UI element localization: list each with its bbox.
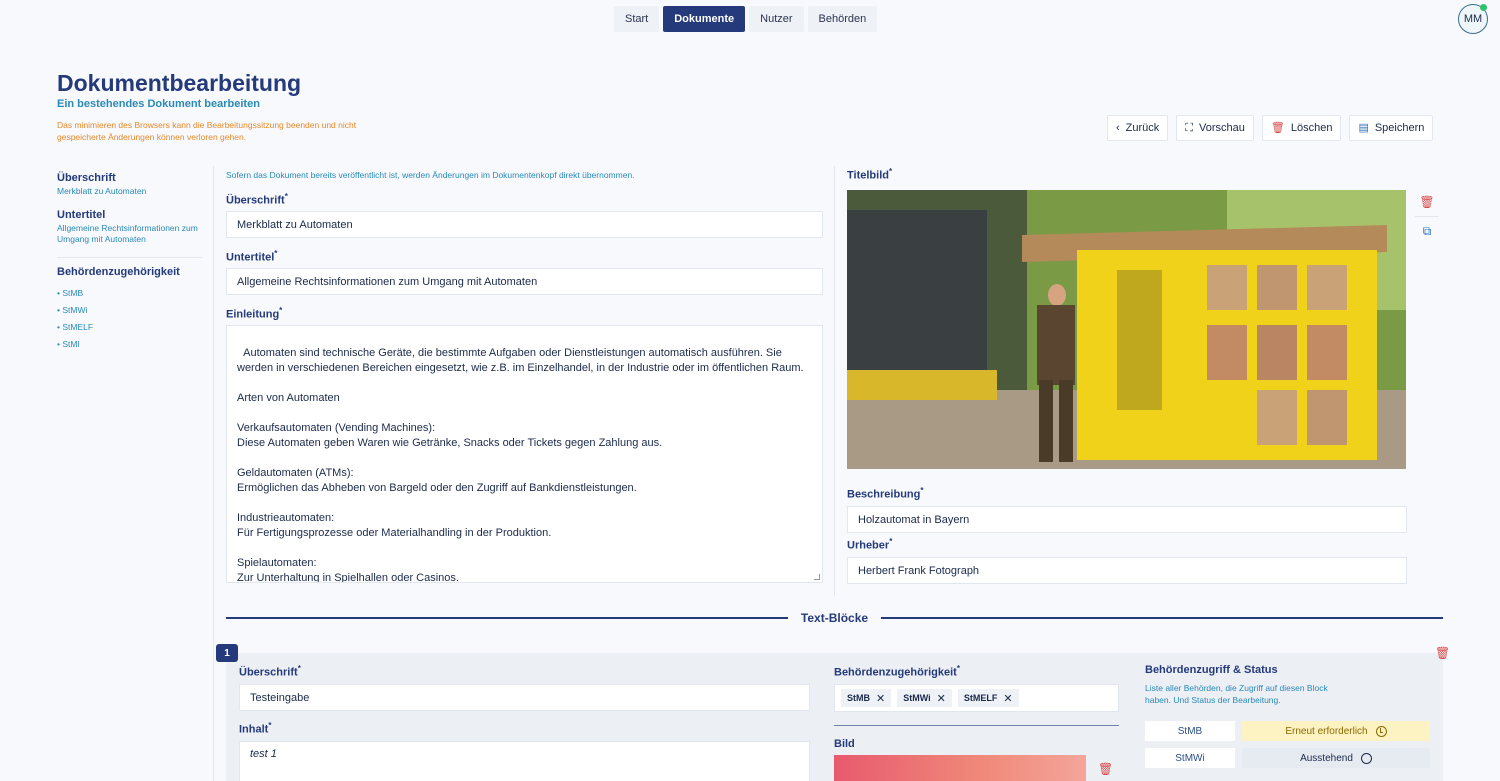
block-content-label: Inhalt* xyxy=(239,721,272,736)
remove-chip-icon[interactable]: ✕ xyxy=(1003,692,1012,705)
action-bar: ‹ Zurück ⛶ Vorschau 🗑 Löschen ▤ Speicher… xyxy=(1107,115,1434,141)
save-button[interactable]: ▤ Speichern xyxy=(1349,115,1434,141)
outline-authority-label: Behördenzugehörigkeit xyxy=(57,266,180,278)
access-title: Behördenzugriff & Status xyxy=(1145,664,1278,676)
trash-icon: 🗑 xyxy=(1270,121,1285,134)
block-content-editor[interactable]: test 1 xyxy=(239,741,810,781)
save-label: Speichern xyxy=(1374,122,1425,134)
delete-block-icon[interactable]: 🗑 xyxy=(1435,646,1450,660)
resize-handle-icon[interactable] xyxy=(814,574,820,580)
remove-chip-icon[interactable]: ✕ xyxy=(876,692,885,705)
pending-circle-icon xyxy=(1360,752,1372,764)
intro-textarea[interactable]: Automaten sind technische Geräte, die be… xyxy=(226,325,823,583)
block-authority-label: Behördenzugehörigkeit* xyxy=(834,664,960,679)
heading-label: Überschrift* xyxy=(226,192,288,207)
author-input[interactable]: Herbert Frank Fotograph xyxy=(847,557,1407,584)
title-image xyxy=(847,190,1406,469)
outline-authority-item: • StMI xyxy=(57,339,80,349)
access-status-badge: Ausstehend xyxy=(1242,748,1430,768)
description-input[interactable]: Holzautomat in Bayern xyxy=(847,506,1407,533)
outline-authority-list: • StMB • StMWi • StMELF • StMI xyxy=(57,288,202,349)
remove-chip-icon[interactable]: ✕ xyxy=(937,692,946,705)
subtitle-label: Untertitel* xyxy=(226,249,278,264)
author-label: Urheber* xyxy=(847,537,893,552)
preview-label: Vorschau xyxy=(1199,122,1245,134)
block-heading-label: Überschrift* xyxy=(239,664,301,679)
sidebar-divider xyxy=(213,166,214,781)
block-number-badge: 1 xyxy=(216,644,238,662)
replace-image-icon[interactable]: ⧉ xyxy=(1415,219,1439,243)
session-warning: Das minimieren des Browsers kann die Bea… xyxy=(57,120,357,142)
heading-input[interactable]: Merkblatt zu Automaten xyxy=(226,211,823,238)
access-authority-name: StMB xyxy=(1145,721,1235,741)
avatar-initials: MM xyxy=(1463,13,1483,25)
delete-button[interactable]: 🗑 Löschen xyxy=(1261,115,1342,141)
outline-heading-label: Überschrift xyxy=(57,172,116,184)
scan-icon: ⛶ xyxy=(1185,121,1193,134)
outline-divider xyxy=(57,257,202,258)
block-image xyxy=(834,755,1086,781)
description-label: Beschreibung* xyxy=(847,486,924,501)
back-button[interactable]: ‹ Zurück xyxy=(1107,115,1169,141)
document-outline: Überschrift Merkblatt zu Automaten Unter… xyxy=(57,172,202,356)
tab-nutzer[interactable]: Nutzer xyxy=(749,6,804,32)
user-avatar[interactable]: MM xyxy=(1458,4,1488,34)
access-status-badge: Erneut erforderlich xyxy=(1242,721,1430,741)
vending-machine-photo xyxy=(847,190,1406,469)
back-label: Zurück xyxy=(1125,122,1160,134)
page-title: Dokumentbearbeitung xyxy=(57,70,302,96)
authority-chip: StMB ✕ xyxy=(841,689,892,707)
section-line-right xyxy=(881,617,1443,619)
text-blocks-title: Text-Blöcke xyxy=(800,611,869,625)
block-heading-input[interactable]: Testeingabe xyxy=(239,684,810,711)
access-authority-name: StMWi xyxy=(1145,748,1235,768)
access-description: Liste aller Behörden, die Zugriff auf di… xyxy=(1145,683,1328,705)
delete-label: Löschen xyxy=(1290,122,1333,134)
chevron-left-icon: ‹ xyxy=(1116,121,1120,134)
subtitle-input[interactable]: Allgemeine Rechtsinformationen zum Umgan… xyxy=(226,268,823,295)
outline-heading-value: Merkblatt zu Automaten xyxy=(57,186,147,196)
title-image-label: Titelbild* xyxy=(847,167,893,182)
tab-dokumente[interactable]: Dokumente xyxy=(663,6,746,32)
outline-authority-item: • StMWi xyxy=(57,305,88,315)
clock-icon xyxy=(1375,725,1387,737)
tab-start[interactable]: Start xyxy=(614,6,660,32)
delete-image-icon[interactable]: 🗑 xyxy=(1415,190,1439,214)
authority-chip: StMWi ✕ xyxy=(897,689,952,707)
top-nav: Start Dokumente Nutzer Behörden xyxy=(614,6,878,32)
intro-label: Einleitung* xyxy=(226,306,283,321)
delete-block-image-icon[interactable]: 🗑 xyxy=(1098,762,1113,776)
column-divider xyxy=(834,166,835,596)
outline-subtitle-label: Untertitel xyxy=(57,209,106,221)
document-icon: ▤ xyxy=(1358,121,1369,134)
online-status-dot xyxy=(1480,4,1487,11)
tab-behoerden[interactable]: Behörden xyxy=(807,6,878,32)
outline-subtitle-value: Allgemeine Rechtsinformationen zum Umgan… xyxy=(57,223,198,244)
authority-select[interactable]: StMB ✕ StMWi ✕ StMELF ✕ xyxy=(834,684,1119,712)
outline-authority-item: • StMB xyxy=(57,288,84,298)
outline-authority-item: • StMELF xyxy=(57,322,94,332)
preview-button[interactable]: ⛶ Vorschau xyxy=(1176,115,1254,141)
block-divider xyxy=(834,725,1119,726)
publish-note: Sofern das Dokument bereits veröffentlic… xyxy=(226,170,635,180)
tools-divider xyxy=(1415,216,1439,217)
page-subtitle: Ein bestehendes Dokument bearbeiten xyxy=(57,98,260,110)
block-image-label: Bild xyxy=(834,738,855,750)
image-tools: 🗑 ⧉ xyxy=(1415,190,1439,243)
section-line-left xyxy=(226,617,788,619)
authority-chip: StMELF ✕ xyxy=(957,689,1019,707)
intro-text: Automaten sind technische Geräte, die be… xyxy=(237,347,804,583)
